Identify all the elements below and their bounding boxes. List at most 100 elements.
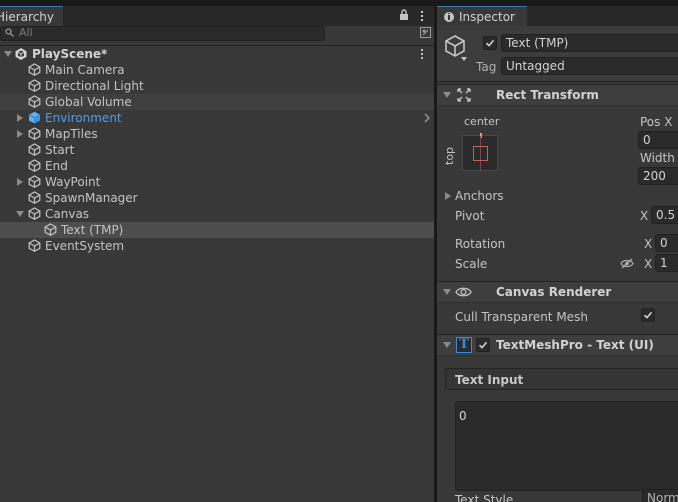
rotation-x-field[interactable]: 0 (655, 234, 678, 252)
hierarchy-toolbar: All (0, 26, 434, 46)
gameobject-cube-icon (28, 95, 41, 108)
collapse-arrow-icon[interactable] (16, 211, 24, 217)
hierarchy-search-input[interactable]: All (0, 26, 431, 41)
hierarchy-tab-bar: Hierarchy (0, 6, 434, 27)
anchors-label: Anchors (455, 189, 504, 203)
width-value: 200 (643, 169, 666, 183)
hierarchy-item-label: WayPoint (45, 175, 101, 189)
info-icon (444, 12, 454, 22)
pivot-x-label[interactable]: X (640, 208, 648, 224)
anchor-presets-button[interactable] (462, 133, 498, 171)
rotation-x-label[interactable]: X (644, 236, 652, 252)
object-active-checkbox[interactable] (483, 36, 497, 50)
hierarchy-item[interactable]: Canvas (0, 206, 434, 222)
rect-transform-header[interactable]: Rect Transform (437, 84, 678, 106)
hierarchy-item[interactable]: End (0, 158, 434, 174)
tmp-enabled-checkbox[interactable] (476, 338, 490, 352)
scene-name: PlayScene* (32, 47, 108, 61)
tag-label: Tag (476, 60, 497, 74)
hierarchy-item-label: Text (TMP) (61, 223, 124, 237)
scale-label: Scale (455, 257, 488, 271)
object-name-field[interactable]: Text (TMP) (501, 34, 678, 52)
canvas-renderer-header[interactable]: Canvas Renderer (437, 281, 678, 303)
search-icon (5, 28, 14, 37)
collapse-arrow-icon[interactable] (4, 51, 12, 57)
hierarchy-item-label: Environment (45, 111, 122, 125)
hierarchy-item[interactable]: SpawnManager (0, 190, 434, 206)
eye-icon (455, 287, 472, 297)
hierarchy-item[interactable]: Environment (0, 110, 434, 126)
object-name-value: Text (TMP) (506, 36, 569, 50)
tab-divider (63, 6, 64, 26)
hierarchy-item-label: Main Camera (45, 63, 125, 77)
scale-x-field[interactable]: 1 (655, 254, 678, 272)
text-input-label: Text Input (455, 373, 524, 387)
gameobject-cube-icon (28, 143, 41, 156)
hierarchy-item[interactable]: WayPoint (0, 174, 434, 190)
icon-dropdown-arrow-icon[interactable] (461, 57, 467, 61)
tag-value: Untagged (506, 59, 565, 73)
inspector-tab[interactable]: Inspector (437, 6, 527, 27)
rect-transform-title: Rect Transform (496, 88, 599, 102)
scale-x-label[interactable]: X (644, 256, 652, 272)
expand-arrow-icon[interactable] (17, 114, 23, 122)
hierarchy-item-label: EventSystem (45, 239, 125, 253)
lock-icon[interactable] (399, 9, 409, 21)
scene-row[interactable]: PlayScene* (0, 46, 434, 62)
hierarchy-menu-icon[interactable] (420, 10, 424, 22)
canvas-renderer-title: Canvas Renderer (496, 285, 612, 299)
anchors-foldout-icon[interactable] (445, 192, 451, 200)
text-input-value: 0 (459, 409, 467, 423)
textmeshpro-header[interactable]: T TextMeshPro - Text (UI) (437, 334, 678, 356)
hierarchy-item[interactable]: Directional Light (0, 78, 434, 94)
hierarchy-item[interactable]: Text (TMP) (0, 222, 434, 238)
checkmark-icon (485, 39, 495, 47)
pivot-x-value: 0.5 (656, 208, 676, 222)
scene-menu-icon[interactable] (420, 48, 424, 60)
hierarchy-item-label: Canvas (45, 207, 90, 221)
cull-transparent-checkbox[interactable] (641, 308, 655, 322)
scale-x-value: 1 (660, 256, 668, 270)
textmeshpro-title: TextMeshPro - Text (UI) (496, 338, 654, 352)
hierarchy-item-label: Global Volume (45, 95, 132, 109)
foldout-arrow-icon[interactable] (443, 92, 451, 98)
gameobject-cube-icon (28, 63, 41, 76)
hierarchy-item[interactable]: MapTiles (0, 126, 434, 142)
foldout-arrow-icon[interactable] (443, 289, 451, 295)
expand-arrow-icon[interactable] (17, 178, 23, 186)
prefab-cube-icon (28, 111, 41, 124)
unlink-scale-icon[interactable] (620, 258, 634, 269)
hierarchy-tab-label: Hierarchy (0, 10, 55, 24)
gameobject-large-icon[interactable] (443, 34, 467, 58)
checkmark-icon (643, 311, 653, 319)
width-field[interactable]: 200 (638, 167, 678, 185)
tag-dropdown[interactable]: Untagged (501, 57, 678, 75)
hierarchy-tab[interactable]: Hierarchy (0, 6, 63, 27)
gameobject-cube-icon (28, 127, 41, 140)
width-label: Width (640, 151, 675, 165)
expand-arrow-icon[interactable] (17, 130, 23, 138)
anchor-v-label: top (443, 146, 456, 165)
text-input-field[interactable]: 0 (455, 401, 678, 491)
hierarchy-item[interactable]: EventSystem (0, 238, 434, 254)
cull-transparent-label: Cull Transparent Mesh (455, 310, 588, 324)
hierarchy-panel: Hierarchy All PlayScene* Main Camera Dir… (0, 6, 434, 502)
search-options-icon[interactable] (419, 26, 432, 39)
inspector-panel: Inspector Text (TMP) Tag Untagged Rect T… (437, 6, 678, 502)
foldout-arrow-icon[interactable] (443, 342, 451, 348)
hierarchy-item[interactable]: Main Camera (0, 62, 434, 78)
anchor-rect (473, 146, 488, 161)
prefab-open-chevron-icon[interactable] (424, 113, 430, 123)
text-input-section[interactable]: Text Input (445, 368, 678, 390)
hierarchy-item-label: End (45, 159, 68, 173)
unity-scene-icon (15, 48, 27, 60)
pivot-x-field[interactable]: 0.5 (651, 206, 678, 224)
gameobject-cube-icon (28, 207, 41, 220)
pos-x-field[interactable]: 0 (638, 131, 678, 149)
hierarchy-item[interactable]: Start (0, 142, 434, 158)
text-style-dropdown[interactable]: Normal (642, 489, 678, 502)
hierarchy-item[interactable]: Global Volume (0, 94, 434, 110)
pos-x-value: 0 (643, 133, 651, 147)
rotation-label: Rotation (455, 237, 506, 251)
rotation-x-value: 0 (660, 236, 668, 250)
